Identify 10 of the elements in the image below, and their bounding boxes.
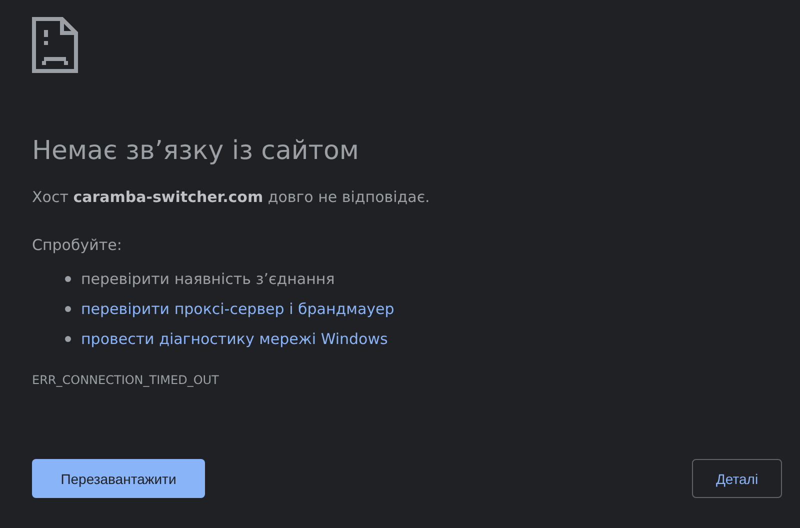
- error-heading: Немає зв’язку із сайтом: [32, 135, 360, 167]
- error-message: Хост caramba-switcher.com довго не відповідає.: [32, 187, 431, 208]
- reload-button[interactable]: Перезавантажити: [32, 459, 205, 498]
- suggestion-link[interactable]: перевірити проксі-сервер і брандмауер: [81, 294, 394, 324]
- suggestion-link[interactable]: провести діагностику мережі Windows: [81, 324, 388, 354]
- suggestions-label: Спробуйте:: [32, 235, 123, 256]
- details-button[interactable]: Деталі: [692, 459, 782, 498]
- sad-page-icon: [32, 17, 78, 73]
- error-code: ERR_CONNECTION_TIMED_OUT: [32, 372, 220, 389]
- suggestion-text: перевірити наявність з’єднання: [81, 269, 335, 290]
